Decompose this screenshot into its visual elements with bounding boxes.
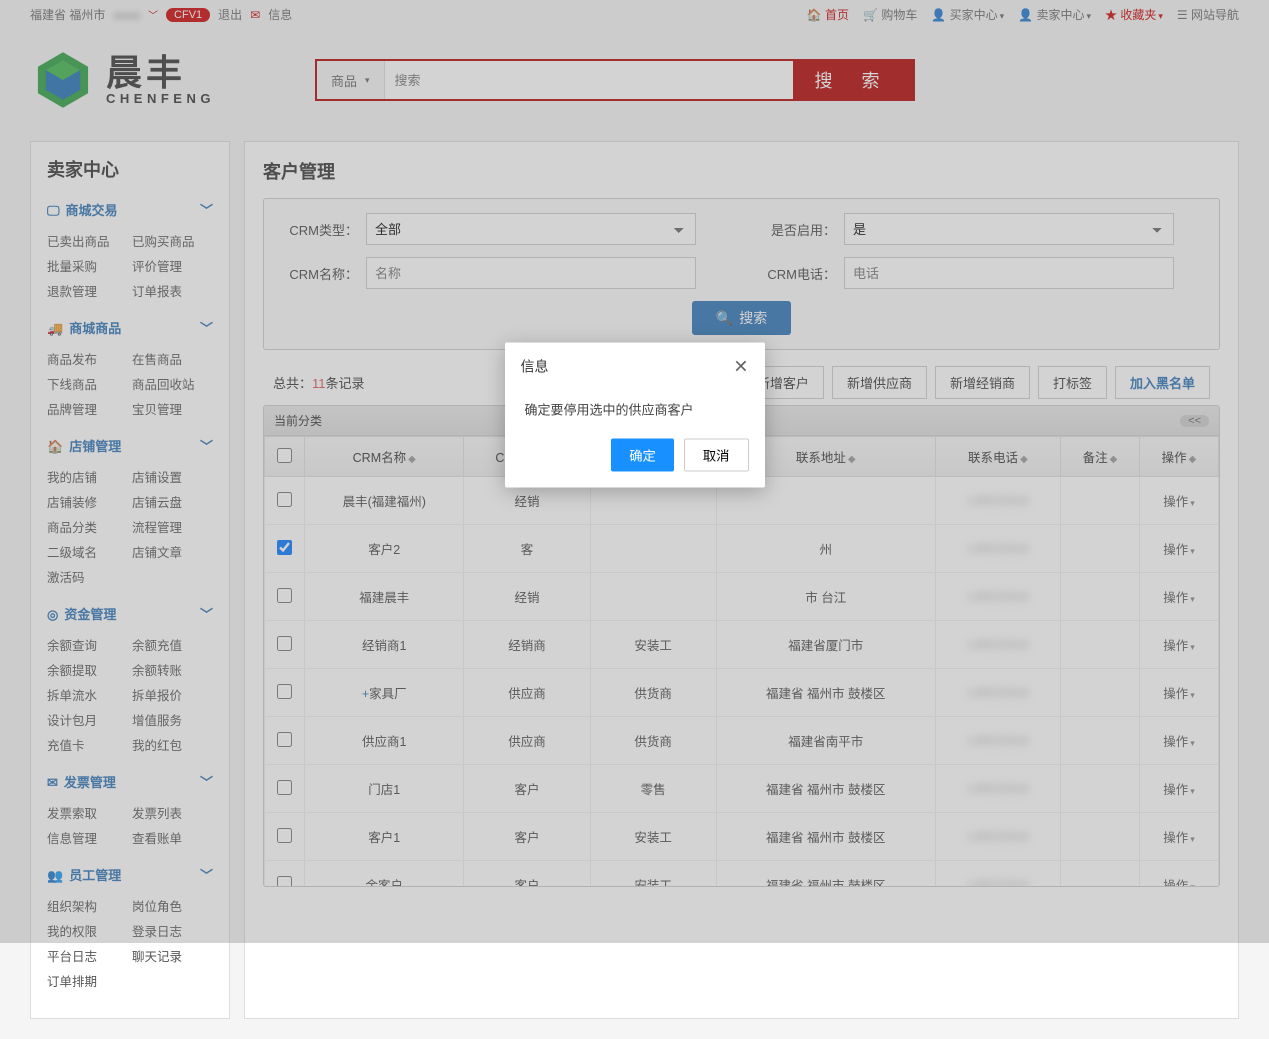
cancel-button[interactable]: 取消 bbox=[684, 438, 749, 471]
sidebar-item[interactable] bbox=[132, 971, 213, 990]
confirm-button[interactable]: 确定 bbox=[611, 438, 674, 471]
sidebar-item[interactable]: 平台日志 bbox=[47, 946, 128, 965]
modal-title: 信息 bbox=[521, 357, 549, 377]
sidebar-item[interactable]: 订单排期 bbox=[47, 971, 128, 990]
modal-body: 确定要停用选中的供应商客户 bbox=[505, 391, 765, 438]
sidebar-item[interactable]: 聊天记录 bbox=[132, 946, 213, 965]
close-icon[interactable]: ✕ bbox=[733, 356, 748, 377]
confirm-modal: 信息 ✕ 确定要停用选中的供应商客户 确定 取消 bbox=[505, 342, 765, 487]
